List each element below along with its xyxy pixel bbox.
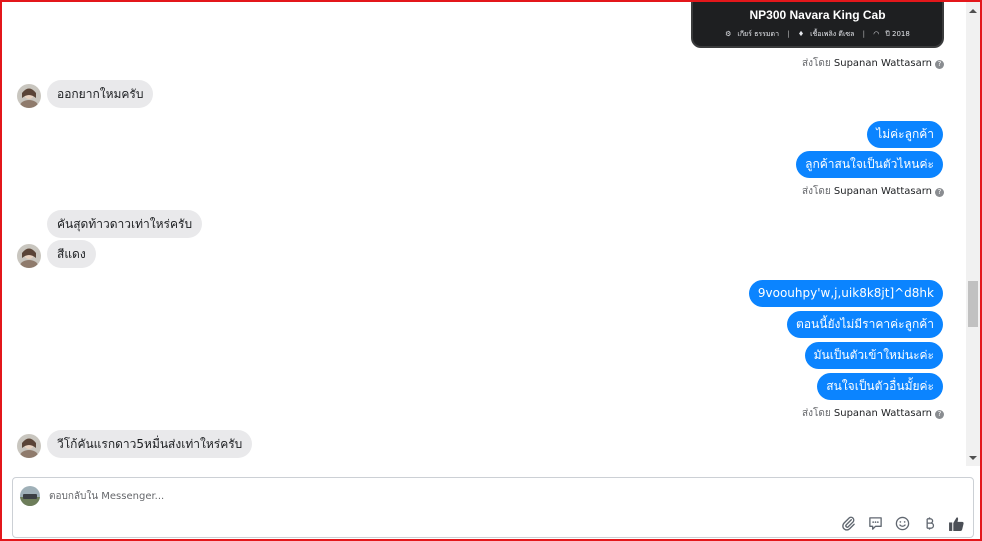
like-icon[interactable] [948,515,965,532]
incoming-message: สีแดง [47,240,96,268]
attach-icon[interactable] [840,515,857,532]
gear-icon: ⚙ [725,30,732,38]
gauge-icon: ◠ [873,30,880,38]
listing-gear: เกียร์ ธรรมดา [737,30,780,38]
sent-by-label: ส่งโดย Supanan Wattasarn? [802,406,944,421]
outgoing-message: ตอนนี้ยังไม่มีราคาค่ะลูกค้า [787,311,943,338]
reply-input[interactable] [49,488,649,504]
sent-by-prefix: ส่งโดย [801,58,831,69]
composer-toolbar [840,514,965,532]
sent-by-prefix: ส่งโดย [801,408,831,419]
outgoing-message: 9voouhpy'w,j,uik8k8jt]^d8hk [748,280,943,307]
incoming-message: คันสุดท้าวดาวเท่าใหร่ครับ [47,210,203,238]
listing-fuel: เชื้อเพลิง ดีเซล [810,30,855,38]
outgoing-message: ลูกค้าสนใจเป็นตัวไหนค่ะ [796,151,943,178]
scrollbar[interactable] [966,2,980,466]
listing-card[interactable]: NP300 Navara King Cab ⚙ เกียร์ ธรรมดา | ♦… [691,2,944,48]
help-icon[interactable]: ? [935,188,944,197]
avatar[interactable] [17,244,41,268]
outgoing-message: มันเป็นตัวเข้าใหม่นะค่ะ [804,342,943,369]
listing-separator: | [787,30,790,38]
fuel-icon: ♦ [797,30,805,38]
avatar[interactable] [17,434,41,458]
listing-separator: | [862,30,866,38]
incoming-message: วีโก้คันแรกดาว5หมื่นส่งเท่าใหร่ครับ [47,430,253,458]
sent-by-name[interactable]: Supanan Wattasarn [834,186,932,197]
page-avatar [20,486,40,506]
sent-by-label: ส่งโดย Supanan Wattasarn? [802,184,944,199]
outgoing-message: สนใจเป็นตัวอื่นมั้ยค่ะ [817,373,943,400]
sent-by-name[interactable]: Supanan Wattasarn [834,408,932,419]
help-icon[interactable]: ? [935,60,944,69]
scroll-down-arrow-icon[interactable] [969,456,977,460]
reply-composer [12,477,974,538]
sent-by-prefix: ส่งโดย [801,186,831,197]
sent-by-name[interactable]: Supanan Wattasarn [834,58,932,69]
sent-by-label: ส่งโดย Supanan Wattasarn? [802,56,944,71]
emoji-icon[interactable] [894,515,911,532]
help-icon[interactable]: ? [935,410,944,419]
incoming-message: ออกยากใหมครับ [47,80,154,108]
listing-title: NP300 Navara King Cab [749,8,886,22]
scrollbar-thumb[interactable] [968,281,978,327]
baht-icon[interactable] [921,515,938,532]
avatar[interactable] [17,84,41,108]
listing-year: ปี 2018 [885,30,910,38]
message-thread: NP300 Navara King Cab ⚙ เกียร์ ธรรมดา | ♦… [2,2,966,466]
outgoing-message: ไม่ค่ะลูกค้า [867,121,943,148]
sticker-icon[interactable] [867,515,884,532]
scroll-up-arrow-icon[interactable] [969,9,977,13]
listing-details: ⚙ เกียร์ ธรรมดา | ♦ เชื้อเพลิง ดีเซล | ◠ ปี… [693,29,942,40]
